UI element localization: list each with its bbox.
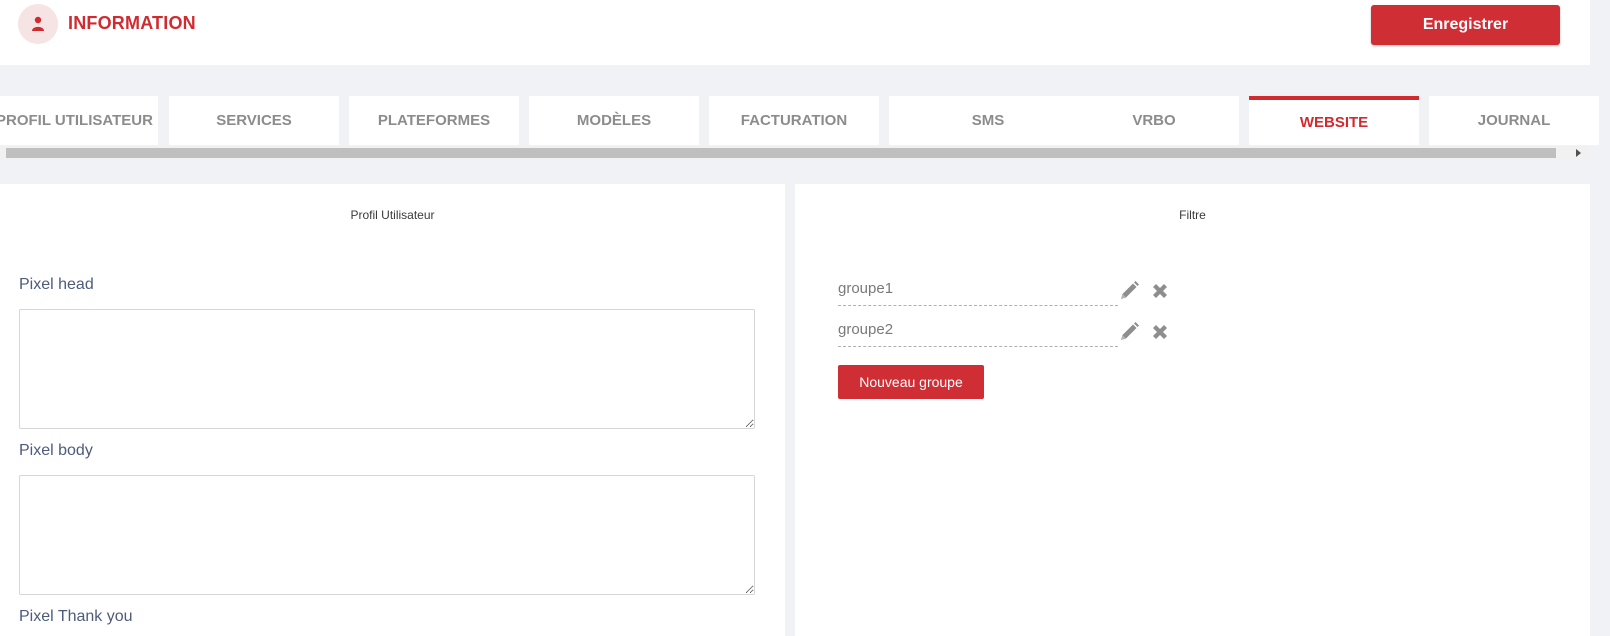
- tab-modeles[interactable]: MODÈLES: [529, 96, 699, 145]
- list-item: groupe2: [838, 317, 1167, 347]
- tab-profil-utilisateur[interactable]: PROFIL UTILISATEUR: [0, 96, 158, 145]
- filter-panel: Filtre groupe1 groupe2 Nouveau groupe: [795, 184, 1590, 636]
- tab-label: SMS: [971, 112, 1005, 129]
- pencil-icon[interactable]: [1118, 321, 1140, 343]
- tab-label: FACTURATION: [740, 112, 848, 129]
- avatar: [18, 4, 58, 44]
- pixel-thank-you-label: Pixel Thank you: [19, 608, 133, 625]
- tab-label: WEBSITE: [1299, 114, 1369, 131]
- scroll-right-arrow-icon[interactable]: [1576, 149, 1581, 157]
- tab-label: MODÈLES: [576, 112, 652, 129]
- tab-website[interactable]: WEBSITE: [1249, 96, 1419, 145]
- tab-bar: PROFIL UTILISATEUR SERVICES PLATEFORMES …: [0, 96, 1599, 145]
- list-item: groupe1: [838, 276, 1167, 306]
- panel-heading: Profil Utilisateur: [350, 208, 435, 222]
- tab-label: SERVICES: [216, 112, 292, 129]
- profile-panel: Profil Utilisateur Pixel head Pixel body…: [0, 184, 785, 636]
- tab-label: VRBO: [1132, 112, 1176, 129]
- save-button[interactable]: Enregistrer: [1371, 5, 1560, 45]
- tab-services[interactable]: SERVICES: [169, 96, 339, 145]
- page-header: INFORMATION Enregistrer: [0, 0, 1590, 65]
- pixel-body-label: Pixel body: [19, 442, 93, 459]
- tab-label: PROFIL UTILISATEUR: [0, 112, 153, 129]
- group-name[interactable]: groupe2: [838, 317, 1118, 347]
- tabs-scrollbar[interactable]: [0, 146, 1590, 160]
- new-group-button[interactable]: Nouveau groupe: [838, 365, 984, 399]
- scrollbar-thumb[interactable]: [6, 148, 1556, 158]
- pixel-head-field[interactable]: [19, 309, 755, 429]
- close-icon[interactable]: [1151, 323, 1169, 341]
- tab-sms[interactable]: SMS: [889, 96, 1087, 145]
- panel-heading: Filtre: [1179, 208, 1206, 222]
- tab-label: JOURNAL: [1477, 112, 1551, 129]
- tab-vrbo[interactable]: VRBO: [1069, 96, 1239, 145]
- user-icon: [32, 16, 44, 31]
- close-icon[interactable]: [1151, 282, 1169, 300]
- pencil-icon[interactable]: [1118, 280, 1140, 302]
- tab-plateformes[interactable]: PLATEFORMES: [349, 96, 519, 145]
- pixel-head-label: Pixel head: [19, 276, 94, 293]
- tab-facturation[interactable]: FACTURATION: [709, 96, 879, 145]
- pixel-body-field[interactable]: [19, 475, 755, 595]
- page-title: INFORMATION: [68, 13, 196, 33]
- tab-label: PLATEFORMES: [377, 112, 491, 129]
- tab-journal[interactable]: JOURNAL: [1429, 96, 1599, 145]
- group-name[interactable]: groupe1: [838, 276, 1118, 306]
